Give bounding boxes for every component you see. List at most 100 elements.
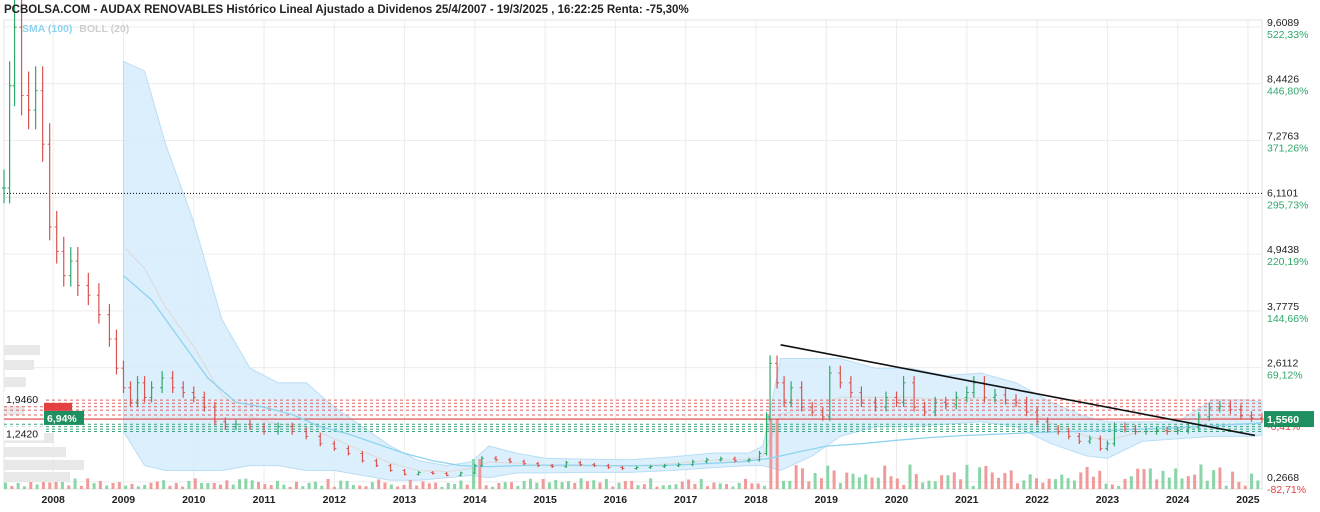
volume-bar [604, 479, 608, 489]
volume-bar [345, 481, 349, 489]
volume-bar [275, 480, 279, 489]
volume-bar [940, 475, 944, 489]
volume-bar [718, 483, 722, 489]
pct-badge-label: 6,94% [47, 413, 77, 425]
volume-bar [1148, 468, 1152, 489]
price-chart: 2008 2009 2010 2011 2012 2013 2014 2015 2016 2017… [2, 0, 1314, 506]
volume-bar [4, 482, 7, 489]
y-tick-label: 4,9438 [1267, 244, 1299, 256]
volume-bar [630, 480, 634, 489]
volume-profile-bar [4, 447, 66, 457]
volume-bar [257, 482, 261, 489]
volume-bar [813, 473, 817, 489]
volume-bar [282, 484, 286, 489]
volume-bar [1066, 478, 1070, 489]
volume-bar [579, 478, 583, 489]
volume-bar [149, 482, 153, 489]
volume-bar [889, 476, 893, 489]
volume-bar [674, 484, 678, 489]
volume-bar [756, 483, 760, 489]
volume-bar [838, 483, 842, 489]
volume-bar [1193, 474, 1197, 489]
volume-bar [1110, 484, 1114, 489]
volume-bar [79, 485, 83, 489]
volume-bar [687, 479, 691, 489]
volume-bar [933, 481, 937, 489]
volume-bar [522, 481, 526, 489]
volume-bar [111, 482, 115, 489]
volume-bar [1022, 480, 1026, 489]
volume-bar [10, 485, 14, 489]
volume-bar [29, 481, 33, 489]
volume-bar [193, 478, 197, 489]
volume-bar [611, 486, 615, 489]
volume-bar [845, 472, 849, 489]
volume-bar [516, 485, 520, 489]
volume-bar [535, 482, 539, 489]
volume-bar [763, 485, 767, 489]
volume-bar [136, 486, 140, 489]
x-tick-label: 2023 [1096, 494, 1120, 506]
volume-profile-bar [4, 377, 26, 387]
y-tick-pct: 371,26% [1267, 142, 1308, 154]
x-tick-label: 2011 [253, 494, 276, 506]
legend-boll[interactable]: BOLL (20) [79, 23, 129, 35]
volume-bar [174, 482, 178, 489]
pct-badge-flag [44, 402, 72, 411]
volume-bar [162, 480, 166, 489]
y-tick-label: 6,1101 [1267, 187, 1298, 199]
volume-bar [1047, 478, 1051, 489]
x-tick-label: 2009 [112, 494, 136, 506]
volume-bar [22, 486, 26, 489]
volume-bar [1041, 482, 1045, 489]
volume-bar [1199, 464, 1203, 489]
volume-bar [946, 475, 950, 489]
x-tick-label: 2024 [1166, 494, 1190, 506]
volume-bar [370, 482, 374, 489]
x-tick-label: 2014 [463, 494, 487, 506]
volume-bar [693, 483, 697, 489]
volume-bar [528, 478, 532, 489]
volume-bar [307, 482, 311, 489]
volume-bar [351, 484, 355, 489]
legend-sma[interactable]: SMA (100) [22, 23, 72, 35]
volume-bar [1218, 467, 1222, 489]
volume-bar [573, 483, 577, 489]
x-tick-label: 2021 [955, 494, 979, 506]
volume-bar [927, 480, 931, 489]
volume-bar [1205, 480, 1209, 489]
volume-bar [819, 478, 823, 489]
chart-title: PCBOLSA.COM - AUDAX RENOVABLES Histórico… [4, 4, 689, 16]
volume-bar [396, 486, 400, 489]
volume-bar [16, 483, 20, 489]
volume-bar [408, 479, 412, 489]
volume-bar [794, 465, 798, 489]
volume-bar [339, 480, 343, 489]
volume-bar [1028, 474, 1032, 489]
y-tick-label: 3,7775 [1267, 301, 1299, 313]
volume-bar [1186, 476, 1190, 489]
volume-bar [453, 483, 457, 489]
volume-bar [491, 486, 495, 489]
y-tick-label: 7,2763 [1267, 130, 1299, 142]
volume-bar [1072, 480, 1076, 489]
volume-bar [712, 482, 716, 489]
volume-bar [1091, 476, 1095, 489]
volume-profile-bar [4, 460, 84, 470]
volume-bar [1009, 470, 1013, 489]
volume-bar [744, 478, 748, 489]
left-level-label: 1,2420 [6, 428, 38, 440]
volume-bar [389, 484, 393, 489]
volume-bar [497, 483, 501, 489]
volume-bar [294, 481, 298, 489]
volume-bar [1155, 479, 1159, 489]
volume-bar [225, 480, 229, 489]
volume-bar [484, 485, 488, 489]
volume-bar [377, 479, 381, 489]
volume-bar [876, 477, 880, 489]
volume-bar [1243, 485, 1247, 489]
volume-bar [503, 482, 507, 489]
volume-bar [706, 486, 710, 489]
volume-bar [636, 485, 640, 489]
volume-bar [1104, 483, 1108, 489]
